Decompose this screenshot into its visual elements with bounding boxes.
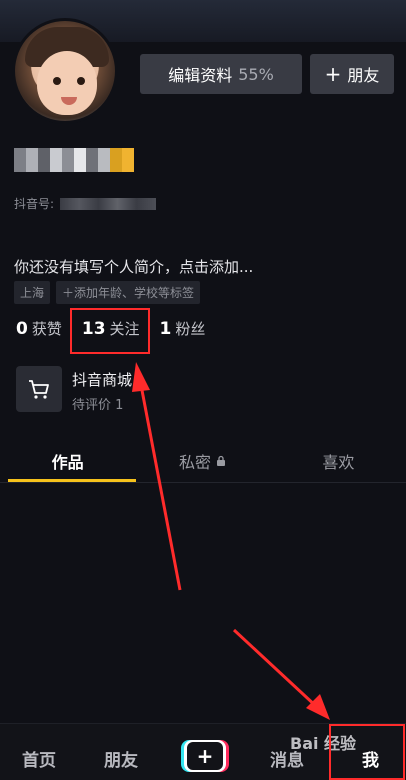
tab-likes[interactable]: 喜欢 bbox=[271, 440, 406, 482]
plus-icon: + bbox=[324, 62, 342, 86]
me-highlight-box bbox=[329, 724, 405, 780]
douyin-id-value-blurred bbox=[60, 197, 157, 210]
edit-profile-label: 编辑资料 bbox=[168, 66, 233, 85]
add-friend-button[interactable]: + 朋友 bbox=[310, 54, 394, 94]
tab-works[interactable]: 作品 bbox=[0, 440, 135, 482]
tab-private[interactable]: 私密 bbox=[135, 440, 270, 482]
add-tags-button[interactable]: ＋添加年龄、学校等标签 bbox=[56, 281, 201, 304]
shop-entry[interactable] bbox=[16, 366, 62, 412]
content-tabs: 作品 私密 喜欢 bbox=[0, 440, 406, 482]
shop-title[interactable]: 抖音商城 bbox=[72, 369, 132, 390]
following-highlight-box bbox=[70, 308, 150, 354]
douyin-id: 抖音号: bbox=[14, 195, 157, 212]
create-post-button[interactable]: + bbox=[184, 740, 226, 772]
lock-icon bbox=[217, 455, 225, 466]
shop-subtitle[interactable]: 待评价 1 bbox=[72, 394, 123, 413]
profile-tags: 上海 ＋添加年龄、学校等标签 bbox=[14, 281, 201, 304]
avatar[interactable] bbox=[12, 18, 118, 124]
edit-profile-button[interactable]: 编辑资料 55% bbox=[140, 54, 302, 94]
tab-divider bbox=[0, 482, 406, 483]
followers-stat[interactable]: 1 粉丝 bbox=[160, 318, 206, 339]
nav-home[interactable]: 首页 bbox=[22, 746, 56, 771]
username-blurred bbox=[14, 148, 134, 172]
profile-completion-percent: 55% bbox=[238, 64, 274, 84]
douyin-id-label: 抖音号: bbox=[14, 197, 55, 211]
nav-friends[interactable]: 朋友 bbox=[104, 746, 138, 771]
add-friend-label: 朋友 bbox=[347, 66, 380, 85]
likes-stat[interactable]: 0 获赞 bbox=[16, 318, 62, 339]
cart-icon bbox=[29, 380, 49, 399]
location-tag[interactable]: 上海 bbox=[14, 281, 51, 304]
plus-icon: + bbox=[187, 742, 223, 770]
profile-screen: 编辑资料 55% + 朋友 抖音号: 你还没有填写个人简介，点击添加... 上海… bbox=[0, 0, 406, 780]
bio-text[interactable]: 你还没有填写个人简介，点击添加... bbox=[14, 256, 253, 277]
